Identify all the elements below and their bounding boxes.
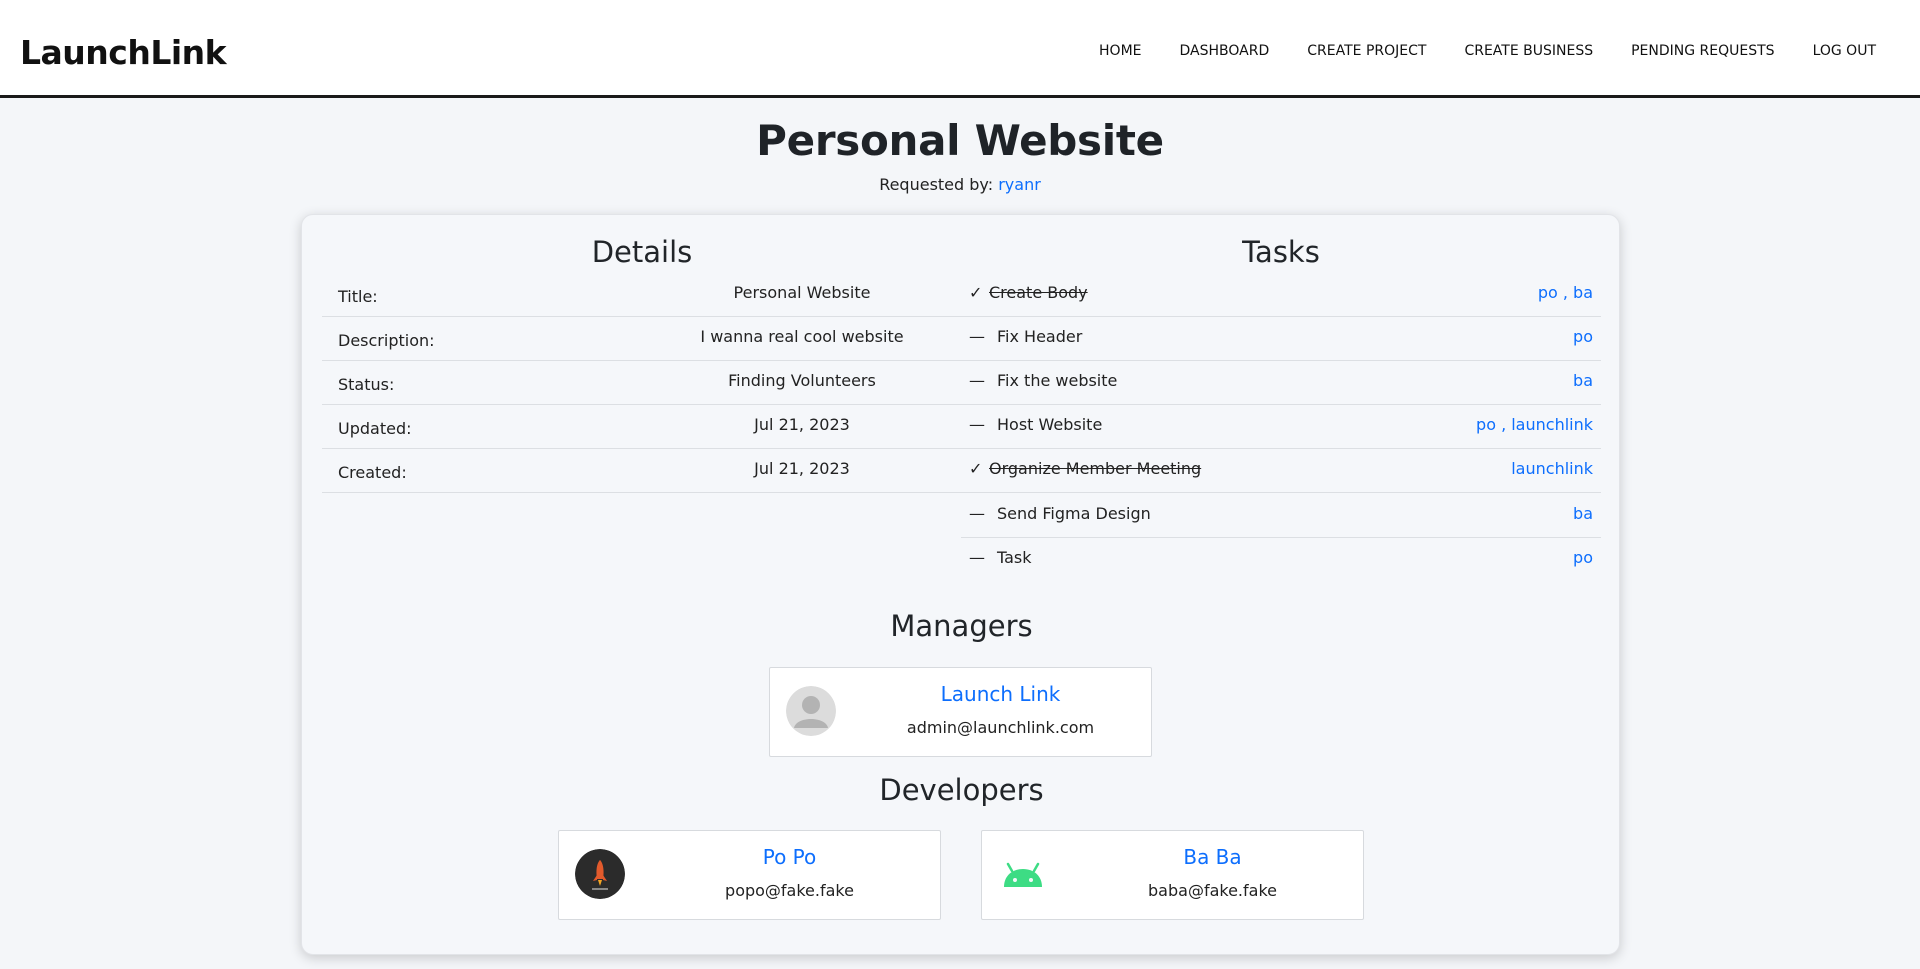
details-label: Updated: <box>338 419 412 438</box>
requested-by-label: Requested by: <box>879 175 994 194</box>
details-row-created: Created: Jul 21, 2023 <box>322 449 962 493</box>
brand-logo[interactable]: LaunchLink <box>20 33 227 72</box>
details-label: Description: <box>338 331 435 350</box>
details-row-updated: Updated: Jul 21, 2023 <box>322 405 962 449</box>
default-user-icon <box>786 686 836 736</box>
details-value: Personal Website <box>733 283 871 302</box>
dash-icon: — <box>969 548 985 567</box>
details-value: Finding Volunteers <box>728 371 876 390</box>
task-name: Fix Header <box>997 327 1083 346</box>
nav-pending-requests[interactable]: PENDING REQUESTS <box>1631 43 1774 59</box>
dash-icon: — <box>969 504 985 523</box>
requested-by: Requested by: ryanr <box>0 175 1920 194</box>
details-label: Created: <box>338 463 407 482</box>
task-row[interactable]: ✓ Create Body po , ba <box>961 273 1601 317</box>
task-row[interactable]: — Task po <box>961 538 1601 582</box>
manager-name-link[interactable]: Launch Link <box>850 682 1151 706</box>
details-value: I wanna real cool website <box>700 327 904 346</box>
task-assignees-link[interactable]: launchlink <box>1511 459 1593 478</box>
details-row-status: Status: Finding Volunteers <box>322 361 962 405</box>
details-value: Jul 21, 2023 <box>754 415 850 434</box>
developer-card: Po Po popo@fake.fake <box>558 830 941 920</box>
developer-card: Ba Ba baba@fake.fake <box>981 830 1364 920</box>
task-assignees-link[interactable]: po , ba <box>1538 283 1593 302</box>
task-name: Task <box>997 548 1032 567</box>
tasks-heading: Tasks <box>1242 235 1320 269</box>
task-assignees-link[interactable]: ba <box>1573 371 1593 390</box>
requested-by-user-link[interactable]: ryanr <box>998 175 1041 194</box>
nav-dashboard[interactable]: DASHBOARD <box>1180 43 1270 59</box>
nav-menu: HOME DASHBOARD CREATE PROJECT CREATE BUS… <box>1061 43 1876 59</box>
managers-heading: Managers <box>890 609 1033 643</box>
nav-log-out[interactable]: LOG OUT <box>1813 43 1876 59</box>
details-heading: Details <box>591 235 693 269</box>
details-label: Status: <box>338 375 395 394</box>
task-row[interactable]: — Fix the website ba <box>961 361 1601 405</box>
dash-icon: — <box>969 327 985 346</box>
top-navbar: LaunchLink HOME DASHBOARD CREATE PROJECT… <box>0 0 1920 98</box>
task-row[interactable]: — Send Figma Design ba <box>961 494 1601 538</box>
nav-create-business[interactable]: CREATE BUSINESS <box>1464 43 1593 59</box>
check-icon: ✓ <box>969 459 983 478</box>
task-assignees-link[interactable]: po <box>1573 548 1593 567</box>
task-name: Organize Member Meeting <box>989 459 1202 478</box>
details-row-description: Description: I wanna real cool website <box>322 317 962 361</box>
page-title: Personal Website <box>756 116 1164 165</box>
dash-icon: — <box>969 371 985 390</box>
task-assignees-link[interactable]: po , launchlink <box>1476 415 1593 434</box>
manager-card: Launch Link admin@launchlink.com <box>769 667 1152 757</box>
nav-create-project[interactable]: CREATE PROJECT <box>1307 43 1426 59</box>
task-row[interactable]: ✓ Organize Member Meeting launchlink <box>961 449 1601 493</box>
developer-email: baba@fake.fake <box>1148 881 1277 900</box>
task-name: Host Website <box>997 415 1103 434</box>
developer-name-link[interactable]: Ba Ba <box>1062 845 1363 869</box>
details-value: Jul 21, 2023 <box>754 459 850 478</box>
task-assignees-link[interactable]: ba <box>1573 504 1593 523</box>
developer-email: popo@fake.fake <box>725 881 854 900</box>
task-name: Fix the website <box>997 371 1118 390</box>
android-icon <box>998 849 1048 899</box>
details-label: Title: <box>338 287 378 306</box>
nav-home[interactable]: HOME <box>1099 43 1141 59</box>
developers-heading: Developers <box>879 773 1044 807</box>
details-row-title: Title: Personal Website <box>322 273 962 317</box>
task-row[interactable]: — Fix Header po <box>961 317 1601 361</box>
task-assignees-link[interactable]: po <box>1573 327 1593 346</box>
dash-icon: — <box>969 415 985 434</box>
task-name: Send Figma Design <box>997 504 1151 523</box>
manager-email: admin@launchlink.com <box>906 718 1095 737</box>
task-row[interactable]: — Host Website po , launchlink <box>961 405 1601 449</box>
rocket-logo-icon <box>575 849 625 899</box>
check-icon: ✓ <box>969 283 983 302</box>
developer-name-link[interactable]: Po Po <box>639 845 940 869</box>
task-name: Create Body <box>989 283 1088 302</box>
project-card: Details Title: Personal Website Descript… <box>301 214 1620 955</box>
